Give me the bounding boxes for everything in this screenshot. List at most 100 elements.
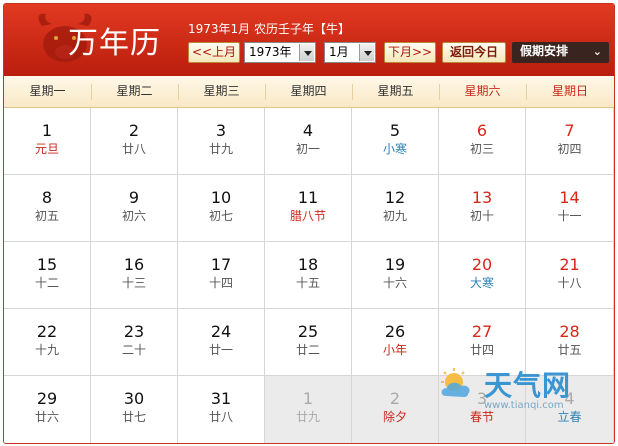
lunar-date-label: 十一	[557, 209, 582, 223]
lunar-date-label: 十六	[382, 276, 407, 290]
weekday-label: 星期一	[29, 84, 66, 98]
lunar-date-label: 十四	[208, 276, 233, 290]
day-cell[interactable]: 10 初七	[178, 175, 265, 242]
lunar-date-label: 廿七	[121, 410, 146, 424]
lunar-date-label: 初三	[469, 142, 494, 156]
calendar-widget: 万年历 1973年1月 农历壬子年【牛】 <<上月 1973年 1月 下月>> …	[3, 3, 615, 444]
weekday-label: 星期四	[290, 84, 327, 98]
lunar-date-label: 廿六	[34, 410, 59, 424]
lunar-date-label: 小年	[382, 343, 407, 357]
day-number: 1	[41, 121, 53, 140]
day-cell[interactable]: 8 初五	[4, 175, 91, 242]
day-cell[interactable]: 5 小寒	[352, 108, 439, 175]
day-cell[interactable]: 19 十六	[352, 242, 439, 309]
weekday-label: 星期三	[203, 84, 240, 98]
weather-sun-cloud-icon	[441, 368, 470, 397]
holiday-dropdown-label: 假期安排	[520, 44, 569, 58]
day-cell[interactable]: 23 二十	[91, 309, 178, 376]
day-number: 2	[128, 121, 140, 140]
day-number: 24	[210, 322, 232, 341]
lunar-date-label: 初一	[295, 142, 320, 156]
day-cell[interactable]: 12 初九	[352, 175, 439, 242]
day-cell[interactable]: 14 十一	[526, 175, 614, 242]
day-cell[interactable]: 3 廿九	[178, 108, 265, 175]
weekday-header: 星期一 星期二 星期三 星期四 星期五 星期六 星期日	[4, 76, 614, 108]
day-cell[interactable]: 30 廿七	[91, 376, 178, 443]
day-cell[interactable]: 6 初三	[439, 108, 526, 175]
lunar-date-label: 廿五	[557, 343, 582, 357]
day-cell[interactable]: 18 十五	[265, 242, 352, 309]
day-cell[interactable]: 4 初一	[265, 108, 352, 175]
day-cell[interactable]: 2 除夕	[352, 376, 439, 443]
day-number: 5	[389, 121, 401, 140]
day-number: 6	[476, 121, 488, 140]
day-cell[interactable]: 1 元旦	[4, 108, 91, 175]
day-cell[interactable]: 9 初六	[91, 175, 178, 242]
day-cell[interactable]: 15 十二	[4, 242, 91, 309]
day-number: 31	[210, 389, 232, 408]
lunar-date-label: 廿一	[208, 343, 233, 357]
day-cell[interactable]: 29 廿六	[4, 376, 91, 443]
lunar-date-label: 初六	[121, 209, 146, 223]
day-number: 25	[297, 322, 319, 341]
day-cell[interactable]: 11 腊八节	[265, 175, 352, 242]
year-select[interactable]: 1973年	[244, 42, 316, 63]
lunar-date-label: 腊八节	[289, 209, 326, 223]
day-cell[interactable]: 24 廿一	[178, 309, 265, 376]
year-dropdown-arrow-icon[interactable]	[299, 44, 314, 61]
day-cell[interactable]: 2 廿八	[91, 108, 178, 175]
prev-month-button[interactable]: <<上月	[188, 42, 240, 63]
day-cell[interactable]: 17 十四	[178, 242, 265, 309]
month-dropdown-arrow-icon[interactable]	[359, 44, 374, 61]
next-month-button[interactable]: 下月>>	[384, 42, 436, 63]
weekday-divider	[526, 84, 527, 100]
holiday-schedule-dropdown[interactable]: 假期安排 ⌄	[512, 42, 609, 63]
day-number: 29	[36, 389, 58, 408]
weekday-label: 星期日	[551, 84, 588, 98]
calendar-header: 万年历 1973年1月 农历壬子年【牛】 <<上月 1973年 1月 下月>> …	[4, 4, 614, 76]
lunar-date-label: 除夕	[382, 410, 407, 424]
weekday-divider	[439, 84, 440, 100]
lunar-date-label: 十三	[121, 276, 146, 290]
day-number: 12	[384, 188, 406, 207]
weekday-divider	[178, 84, 179, 100]
current-date-label: 1973年1月 农历壬子年【牛】	[188, 22, 350, 36]
day-cell[interactable]: 13 初十	[439, 175, 526, 242]
day-number: 23	[123, 322, 145, 341]
day-number: 16	[123, 255, 145, 274]
day-number: 26	[384, 322, 406, 341]
lunar-date-label: 十八	[557, 276, 582, 290]
day-number: 20	[471, 255, 493, 274]
lunar-date-label: 大寒	[469, 276, 494, 290]
day-cell[interactable]: 22 十九	[4, 309, 91, 376]
day-number: 7	[564, 121, 575, 140]
lunar-date-label: 十九	[34, 343, 59, 357]
day-number: 3	[215, 121, 227, 140]
day-number: 22	[36, 322, 58, 341]
lunar-date-label: 十五	[295, 276, 320, 290]
day-cell[interactable]: 16 十三	[91, 242, 178, 309]
month-select-value: 1月	[329, 45, 349, 59]
month-select[interactable]: 1月	[324, 42, 376, 63]
day-cell[interactable]: 26 小年	[352, 309, 439, 376]
day-number: 10	[210, 188, 232, 207]
lunar-date-label: 廿八	[121, 142, 146, 156]
weekday-label: 星期二	[116, 84, 153, 98]
weekday-label: 星期五	[377, 84, 414, 98]
day-number: 4	[302, 121, 314, 140]
return-today-button[interactable]: 返回今日	[442, 42, 506, 63]
weekday-label: 星期六	[464, 84, 501, 98]
day-cell[interactable]: 1 廿九	[265, 376, 352, 443]
day-cell[interactable]: 21 十八	[526, 242, 614, 309]
day-number: 18	[297, 255, 319, 274]
lunar-date-label: 十二	[34, 276, 59, 290]
lunar-date-label: 廿八	[208, 410, 233, 424]
day-cell[interactable]: 31 廿八	[178, 376, 265, 443]
day-cell[interactable]: 7 初四	[526, 108, 614, 175]
lunar-date-label: 二十	[121, 343, 146, 357]
day-cell[interactable]: 20 大寒	[439, 242, 526, 309]
day-number: 15	[36, 255, 58, 274]
day-cell[interactable]: 25 廿二	[265, 309, 352, 376]
weekday-divider	[352, 84, 353, 100]
lunar-date-label: 小寒	[382, 142, 407, 156]
